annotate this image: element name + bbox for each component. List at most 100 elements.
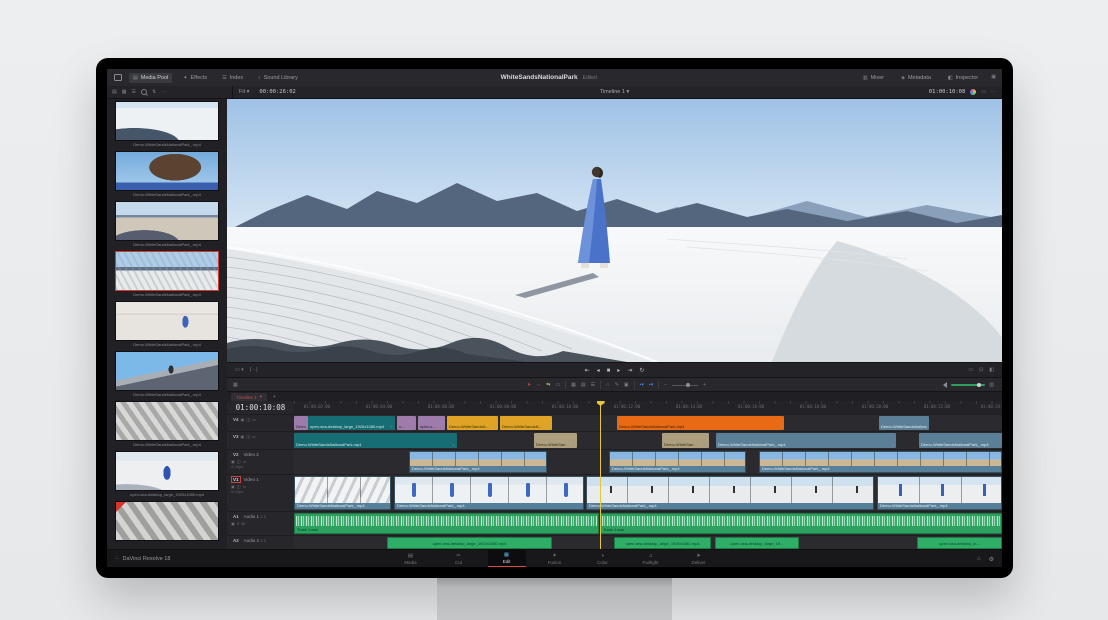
toolbox-icon[interactable]: ▦	[227, 383, 238, 388]
track-v4[interactable]: Demo open-sea-desktop_large_1920x1080.mp…	[294, 414, 1002, 432]
stop-button[interactable]: ■	[607, 368, 611, 374]
add-timeline-button[interactable]: +	[273, 395, 276, 400]
timeline-clip[interactable]: Demo	[294, 416, 308, 430]
media-clip-selected[interactable]: Demo-WhiteSandsNationalPark_.mp4	[115, 251, 219, 298]
tab-metadata[interactable]: ◈Metadata	[897, 73, 935, 83]
home-icon[interactable]: ⌂	[977, 556, 981, 562]
timeline-tracks[interactable]: Demo open-sea-desktop_large_1920x1080.mp…	[294, 414, 1002, 549]
timeline-ruler[interactable]: 01:00:02:00 01:00:04:00 01:00:06:00 01:0…	[294, 401, 1002, 415]
timeline-clip[interactable]: open-s...	[418, 416, 445, 430]
jump-start-button[interactable]: ⇤	[585, 368, 590, 374]
capture-icon[interactable]: ⊡	[979, 368, 983, 373]
track-header-v3[interactable]: V3▣◫▭	[227, 431, 294, 448]
timeline-clip[interactable]: Demo-WhiteSandsN...∿	[500, 416, 552, 430]
timeline-clip[interactable]: Demo-WhiteSandsNationalPark_.mp4	[294, 476, 391, 510]
clip-thumbnail[interactable]	[115, 501, 219, 541]
media-clip[interactable]: Demo-WhiteSandsNationalPark_.mp4	[115, 101, 219, 148]
media-clip[interactable]	[115, 501, 219, 541]
list-view-icon[interactable]: ☰	[131, 90, 135, 95]
clip-thumbnail[interactable]	[115, 201, 219, 241]
audio-level-slider[interactable]	[951, 384, 985, 386]
track-v1[interactable]: Demo-WhiteSandsNationalPark_.mp4 Demo-Wh…	[294, 474, 1002, 512]
page-media[interactable]: ▤Media	[392, 550, 430, 567]
more-icon[interactable]: ⋯	[161, 90, 166, 95]
clip-thumbnail[interactable]	[115, 451, 219, 491]
selection-mode-icon[interactable]: ➤	[527, 383, 531, 388]
dual-screen-icon[interactable]: ◧	[989, 368, 994, 373]
media-clip[interactable]: Demo-WhiteSandsNationalPark_.mp4	[115, 401, 219, 448]
timeline-clip[interactable]: Demo-WhiteSandsNationalPark.mp4∿	[617, 416, 784, 430]
audio-clip[interactable]: open-sea-desktop_large_1920x1080.mp4	[387, 537, 552, 549]
match-frame-icon[interactable]: ▭	[968, 368, 973, 373]
timeline-clip[interactable]: Demo-WhiteSandsNationalP...	[879, 416, 929, 430]
step-back-button[interactable]: ◂	[597, 368, 600, 374]
track-v2[interactable]: Demo-WhiteSandsNationalPark_.mp4 Demo-Wh…	[294, 449, 1002, 475]
timeline-clip[interactable]: Demo-WhiteSandsNationalPark_.mp4	[919, 433, 1002, 448]
page-fairlight[interactable]: ♫Fairlight	[632, 550, 670, 567]
sort-icon[interactable]: ⇅	[152, 90, 156, 95]
clip-thumbnail[interactable]	[115, 101, 219, 141]
timeline-clip[interactable]: Demo-WhiteSandsNationalPark.mp4∿	[294, 433, 457, 448]
timeline-tab[interactable]: Timeline 1▾	[231, 393, 267, 401]
audio-clip[interactable]: open-sea-desktop_large_19...	[715, 537, 799, 549]
page-fusion[interactable]: ✦Fusion	[536, 550, 574, 567]
clip-marker-select[interactable]: ▪▾	[649, 383, 653, 388]
clip-thumbnail[interactable]	[115, 251, 219, 291]
zoom-select[interactable]: Fit ▾	[239, 89, 249, 95]
audio-clip[interactable]: Track 1.wav	[600, 513, 1002, 534]
tab-sound-library[interactable]: ♪Sound Library	[254, 73, 302, 83]
media-clip[interactable]: Demo-WhiteSandsNationalPark_.mp4	[115, 351, 219, 398]
clip-thumbnail[interactable]	[115, 301, 219, 341]
jump-end-button[interactable]: ⇥	[627, 368, 632, 374]
expand-viewer-icon[interactable]: ▭	[981, 90, 986, 95]
tab-mixer[interactable]: ▥Mixer	[859, 73, 888, 83]
track-v3[interactable]: Demo-WhiteSandsNationalPark.mp4∿ Demo-Wh…	[294, 431, 1002, 450]
media-clip[interactable]: Demo-WhiteSandsNationalPark_.mp4	[115, 151, 219, 198]
linked-selection-icon[interactable]: ✎	[615, 383, 619, 388]
timeline-clip[interactable]: Demo-WhiteSandsN...∿	[447, 416, 498, 430]
meters-icon[interactable]: ▥	[989, 383, 994, 388]
dynamic-trim-icon[interactable]: ⇆	[546, 383, 550, 388]
timeline-clip[interactable]: Demo-WhiteSandsNationalPark_.mp4	[759, 451, 1002, 473]
track-a1[interactable]: Track 1.wav Track 1.wav	[294, 511, 1002, 536]
settings-gear-icon[interactable]: ⚙	[989, 556, 994, 563]
timeline-clip[interactable]: Demo-WhiteSandsNationalPark_.mp4	[609, 451, 746, 473]
tab-effects[interactable]: ✦Effects	[179, 73, 211, 83]
loop-button[interactable]: ↻	[639, 368, 644, 374]
audio-clip[interactable]: open-sea-desktop_la...	[917, 537, 1002, 549]
timeline-zoom-slider[interactable]	[672, 385, 698, 386]
track-header-v2[interactable]: V2Video 2 ▣◫▭ 4 Clips	[227, 449, 294, 473]
razor-edit-icon[interactable]: ▭	[555, 383, 560, 388]
viewer-overlay-select[interactable]: ▭ ▾	[235, 368, 244, 373]
clip-thumbnail[interactable]	[115, 351, 219, 391]
track-header-a2[interactable]: A2Audio 2 2.0	[227, 535, 294, 549]
insert-clip-icon[interactable]: ▦	[571, 383, 576, 388]
clip-thumbnail[interactable]	[115, 151, 219, 191]
timeline-clip[interactable]: Demo-WhiteSandsNationalPark_.mp4∿	[716, 433, 896, 448]
track-header-v4[interactable]: V4▣◫▭	[227, 414, 294, 430]
page-deliver[interactable]: ➤Deliver	[680, 550, 718, 567]
media-clip[interactable]: open-sea-desktop_large_1920x1080.mp4	[115, 451, 219, 498]
tab-index[interactable]: ☰Index	[218, 73, 247, 83]
viewer-options-icon[interactable]: ⋯	[991, 90, 996, 95]
panel-layout-icon[interactable]: ▣	[991, 75, 996, 80]
clip-thumbnail[interactable]	[115, 401, 219, 441]
position-lock-icon[interactable]: ▣	[624, 383, 629, 388]
track-header-a1[interactable]: A1Audio 1 2.0 ▣SM	[227, 511, 294, 534]
track-a2[interactable]: open-sea-desktop_large_1920x1080.mp4 ope…	[294, 535, 1002, 549]
timeline-clip[interactable]: Demo-WhiteSandsNationalPark_.mp4	[586, 476, 874, 510]
timeline-clip[interactable]: open-sea-desktop_large_1920x1080.mp4∿	[308, 416, 395, 430]
overwrite-clip-icon[interactable]: ▤	[581, 383, 586, 388]
tab-inspector[interactable]: ◧Inspector	[944, 73, 982, 83]
page-color[interactable]: ◑Color	[584, 550, 622, 567]
timeline-clip[interactable]: Demo-WhiteSandsNationalPark_.mp4	[409, 451, 547, 473]
timeline-clip[interactable]: Demo-WhiteSandsNationalPark_.mp4	[877, 476, 1002, 510]
media-clip[interactable]: Demo-WhiteSandsNationalPark_.mp4	[115, 301, 219, 348]
timeline-clip[interactable]: Demo-WhiteSan...◉	[662, 433, 709, 448]
timeline-viewer[interactable]	[227, 99, 1002, 362]
flag-marker-select[interactable]: ▪▾	[640, 383, 644, 388]
zoom-out-icon[interactable]: −	[664, 383, 667, 388]
grid-view-icon[interactable]: ▦	[122, 90, 127, 95]
play-button[interactable]: ▸	[617, 368, 620, 374]
page-cut[interactable]: ✂Cut	[440, 550, 478, 567]
